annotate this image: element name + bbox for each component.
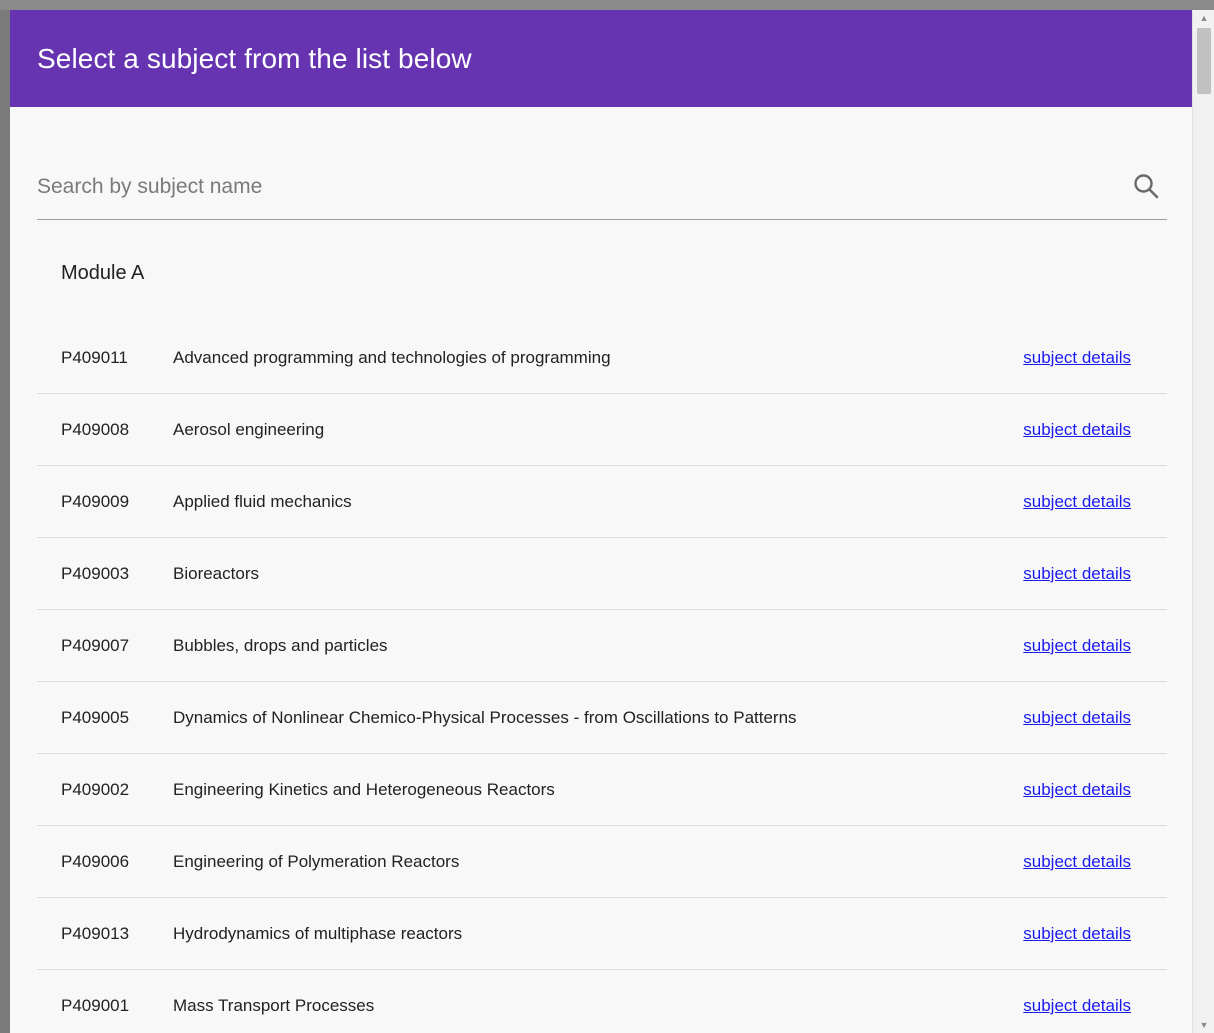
search-input[interactable] — [37, 166, 937, 207]
subject-row: P409009 Applied fluid mechanics subject … — [37, 466, 1167, 538]
subject-name: Hydrodynamics of multiphase reactors — [173, 923, 463, 943]
subject-row: P409008 Aerosol engineering subject deta… — [37, 394, 1167, 466]
subject-name: Applied fluid mechanics — [173, 491, 352, 511]
subject-details-link[interactable]: subject details — [1023, 708, 1131, 728]
subject-name: Advanced programming and technologies of… — [173, 347, 611, 367]
subject-row: P409007 Bubbles, drops and particles sub… — [37, 610, 1167, 682]
subject-details-link[interactable]: subject details — [1023, 420, 1131, 440]
subject-code: P409005 — [61, 707, 130, 727]
subject-code: P409001 — [61, 996, 130, 1015]
subject-details-link[interactable]: subject details — [1023, 564, 1131, 584]
subject-row: P409002 Engineering Kinetics and Heterog… — [37, 754, 1167, 826]
subject-code: P409002 — [61, 779, 130, 799]
subject-list: P409011 Advanced programming and technol… — [37, 322, 1167, 1033]
scroll-up-arrow-icon[interactable]: ▲ — [1193, 10, 1214, 26]
subject-row: P409003 Bioreactors subject details — [37, 538, 1167, 610]
subject-code: P409008 — [61, 419, 130, 439]
subject-code: P409009 — [61, 491, 130, 511]
subject-row: P409011 Advanced programming and technol… — [37, 322, 1167, 394]
subject-details-link[interactable]: subject details — [1023, 636, 1131, 656]
subject-row: P409001 Mass Transport Processes subject… — [37, 970, 1167, 1033]
subject-name: Aerosol engineering — [173, 419, 325, 439]
subject-code: P409013 — [61, 923, 130, 943]
modal-header: Select a subject from the list below — [10, 10, 1192, 107]
subject-code: P409003 — [61, 563, 130, 583]
subject-name: Bioreactors — [173, 563, 259, 583]
subject-details-link[interactable]: subject details — [1023, 996, 1131, 1016]
subject-details-link[interactable]: subject details — [1023, 780, 1131, 800]
subject-name: Engineering of Polymeration Reactors — [173, 851, 460, 871]
subject-row: P409006 Engineering of Polymeration Reac… — [37, 826, 1167, 898]
scroll-down-arrow-icon[interactable]: ▼ — [1193, 1017, 1214, 1033]
search-bar — [37, 162, 1167, 220]
subject-code: P409007 — [61, 635, 130, 655]
vertical-scrollbar[interactable]: ▲ ▼ — [1192, 10, 1214, 1033]
subject-name: Bubbles, drops and particles — [173, 635, 388, 655]
subject-details-link[interactable]: subject details — [1023, 852, 1131, 872]
subject-details-link[interactable]: subject details — [1023, 348, 1131, 368]
search-icon[interactable] — [1129, 169, 1163, 203]
subject-row: P409013 Hydrodynamics of multiphase reac… — [37, 898, 1167, 970]
subject-name: Mass Transport Processes — [173, 996, 375, 1015]
subject-details-link[interactable]: subject details — [1023, 924, 1131, 944]
subject-select-modal: Select a subject from the list below Mod… — [10, 10, 1192, 1033]
subject-row: P409005 Dynamics of Nonlinear Chemico-Ph… — [37, 682, 1167, 754]
scrollbar-thumb[interactable] — [1197, 28, 1211, 94]
modal-title: Select a subject from the list below — [37, 42, 472, 74]
subject-name: Engineering Kinetics and Heterogeneous R… — [173, 779, 555, 799]
subject-code: P409006 — [61, 851, 130, 871]
background-page-strip — [0, 0, 1214, 10]
module-title: Module A — [61, 262, 145, 284]
modal-body: Module A P409011 Advanced programming an… — [10, 162, 1192, 1033]
subject-details-link[interactable]: subject details — [1023, 492, 1131, 512]
subject-code: P409011 — [61, 347, 128, 367]
subject-name: Dynamics of Nonlinear Chemico-Physical P… — [173, 707, 797, 727]
